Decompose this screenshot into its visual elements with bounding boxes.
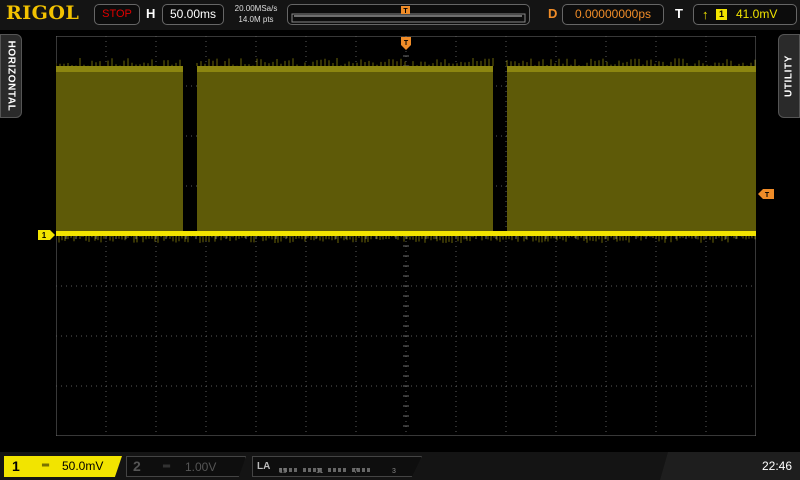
horizontal-delay-readout[interactable]: 0.00000000ps xyxy=(562,4,664,25)
memory-position-bar[interactable]: T xyxy=(287,4,530,25)
la-group-label: 11 xyxy=(316,468,323,475)
trigger-source-badge: 1 xyxy=(716,9,727,20)
logic-analyzer-settings[interactable]: LA 15 11 7 3 xyxy=(252,456,422,477)
ch1-baseline-trace xyxy=(56,231,756,236)
signal-burst-3 xyxy=(507,66,756,234)
trigger-readout[interactable]: ↑ 1 41.0mV xyxy=(693,4,797,25)
burst-top-band-3 xyxy=(507,66,756,72)
la-group-label: 15 xyxy=(279,468,287,475)
delay-label: D xyxy=(548,6,557,21)
la-group-label: 3 xyxy=(392,468,396,475)
dc-coupling-icon: ═ xyxy=(42,460,49,471)
burst-top-band-2 xyxy=(197,66,493,72)
utility-tab-label: UTILITY xyxy=(784,55,795,97)
timebase-readout[interactable]: 50.00ms xyxy=(162,4,224,25)
signal-burst-1 xyxy=(56,66,183,234)
rigol-logo: RIGOL xyxy=(6,2,79,24)
ch1-vertical-scale: 50.0mV xyxy=(62,459,103,473)
utility-menu-tab[interactable]: UTILITY xyxy=(778,34,800,118)
trigger-position-marker-label: T xyxy=(404,40,409,47)
memory-trigger-marker-label: T xyxy=(403,8,408,15)
top-status-bar: RIGOL STOP H 50.00ms 20.00MSa/s 14.0M pt… xyxy=(0,0,800,30)
ch1-offset-marker-label: 1 xyxy=(42,231,47,240)
ch1-offset-marker[interactable]: 1 xyxy=(38,229,56,241)
ch2-vertical-scale: 1.00V xyxy=(185,460,216,474)
dc-coupling-icon: ═ xyxy=(163,461,170,472)
ch1-waveform xyxy=(56,58,756,243)
horizontal-tab-label: HORIZONTAL xyxy=(6,41,17,112)
trigger-level-marker-label: T xyxy=(765,192,770,199)
ch1-label: 1 xyxy=(12,458,20,474)
ch2-label: 2 xyxy=(133,458,141,474)
memory-depth: 14.0M pts xyxy=(229,14,283,25)
trigger-level-value: 41.0mV xyxy=(736,5,777,24)
system-tray: 22:46 xyxy=(660,452,800,480)
la-group-label: 7 xyxy=(354,468,358,475)
signal-burst-2 xyxy=(197,66,493,234)
rising-edge-icon: ↑ xyxy=(702,5,709,24)
trigger-level-marker[interactable]: T xyxy=(757,188,775,200)
run-stop-status[interactable]: STOP xyxy=(94,4,140,25)
ch1-settings[interactable]: 1 ═ 50.0mV xyxy=(4,456,122,477)
clock: 22:46 xyxy=(762,459,792,473)
bottom-status-bar: 1 ═ 50.0mV 2 ═ 1.00V LA 15 11 7 3 22:46 xyxy=(0,452,800,480)
la-channel-indicators xyxy=(279,459,419,467)
sample-rate: 20.00MSa/s xyxy=(229,3,283,14)
horizontal-label: H xyxy=(146,6,155,21)
horizontal-menu-tab[interactable]: HORIZONTAL xyxy=(0,34,22,118)
waveform-display[interactable]: T xyxy=(56,36,756,436)
ch2-settings[interactable]: 2 ═ 1.00V xyxy=(126,456,246,477)
acquisition-info: 20.00MSa/s 14.0M pts xyxy=(229,3,283,25)
burst-top-band-1 xyxy=(56,66,183,72)
la-label: LA xyxy=(257,461,270,472)
trigger-label: T xyxy=(675,6,683,21)
memory-waveform-preview: T xyxy=(288,5,531,26)
